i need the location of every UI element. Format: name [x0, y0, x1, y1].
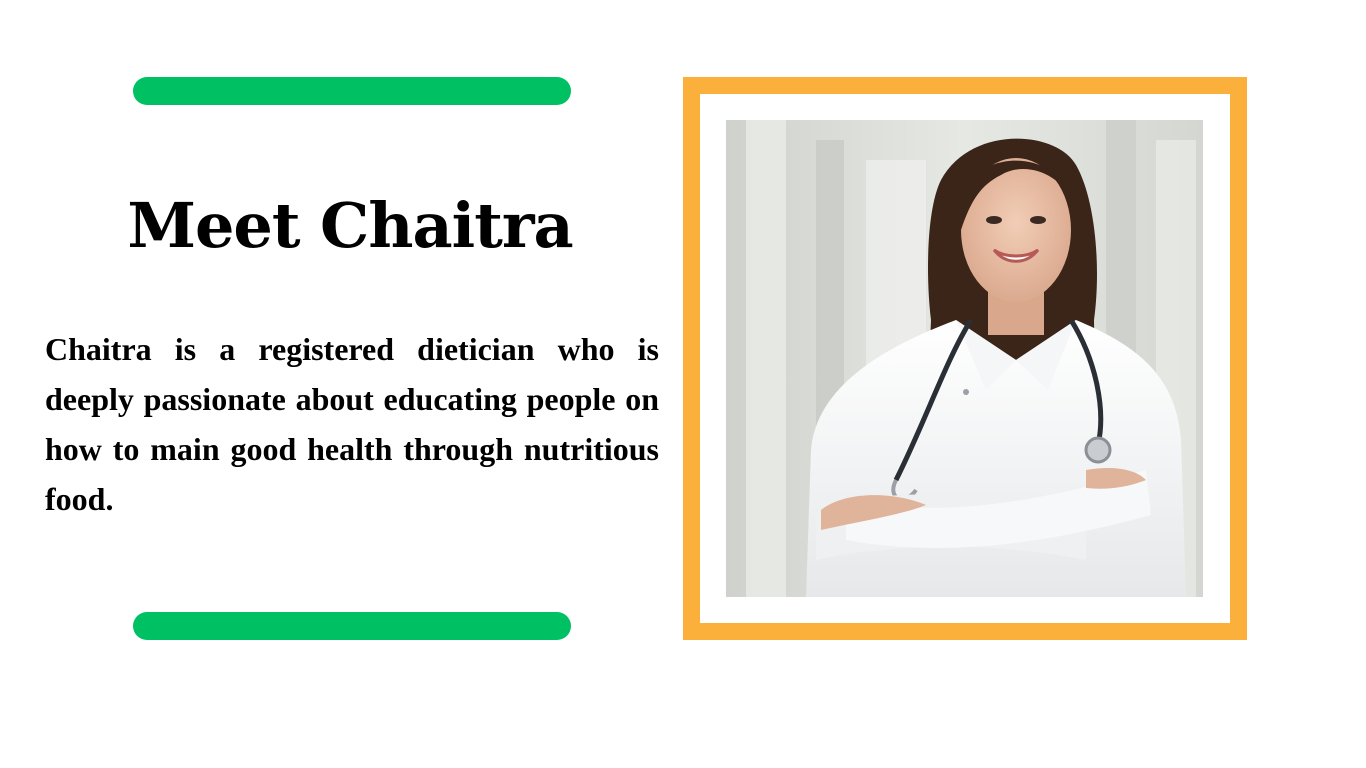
- doctor-photo: [726, 120, 1203, 597]
- slide: Meet Chaitra Chaitra is a registered die…: [0, 0, 1366, 768]
- bio-paragraph: Chaitra is a registered dietician who is…: [45, 331, 659, 517]
- top-accent-bar: [133, 77, 571, 105]
- page-title: Meet Chaitra: [127, 189, 573, 262]
- bottom-accent-bar: [133, 612, 571, 640]
